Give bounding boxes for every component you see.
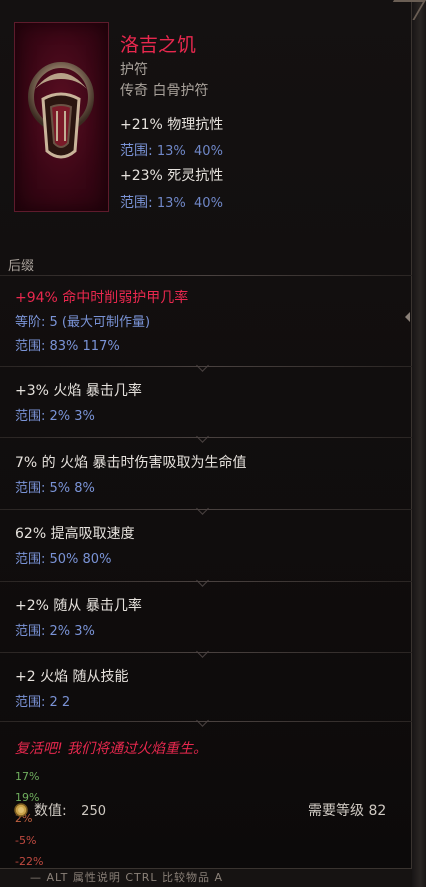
- implicit-range-2: 范围: 13% 40%: [120, 195, 223, 211]
- item-tooltip-panel: 洛吉之饥 护符 传奇 白骨护符 +21% 物理抗性 范围: 13% 40% +2…: [0, 0, 426, 887]
- item-value: 数值: 250: [34, 803, 106, 819]
- divider: [0, 275, 412, 276]
- affix-3-range: 范围: 5% 8%: [15, 481, 95, 496]
- divider-notch: [196, 430, 209, 443]
- item-name: 洛吉之饥: [120, 34, 197, 56]
- affix-4-range: 范围: 50% 80%: [15, 552, 112, 567]
- divider-notch: [196, 359, 209, 372]
- affix-6-range: 范围: 2 2: [15, 695, 71, 710]
- implicit-stat-1: +21% 物理抗性: [120, 117, 224, 133]
- flavor-text: 复活吧! 我们将通过火焰重生。: [15, 741, 208, 757]
- divider-notch: [196, 714, 209, 727]
- affix-5-text: +2% 随从 暴击几率: [15, 598, 142, 614]
- compare-number: -5%: [15, 834, 37, 847]
- level-requirement: 需要等级 82: [308, 803, 387, 819]
- scroll-indicator-icon: [405, 312, 410, 322]
- item-rarity: 传奇 白骨护符: [120, 83, 209, 99]
- affix-2-range: 范围: 2% 3%: [15, 409, 95, 424]
- affix-1-range: 范围: 83% 117%: [15, 339, 120, 354]
- suffix-section-label: 后缀: [8, 259, 35, 274]
- divider-notch: [196, 645, 209, 658]
- bone-amulet-icon: [28, 62, 94, 159]
- affix-1-text: +94% 命中时削弱护甲几率: [15, 290, 189, 306]
- affix-1-tier: 等阶: 5 (最大可制作量): [15, 315, 151, 330]
- tooltip-footer-bar: — ALT 属性说明 CTRL 比较物品 A: [0, 868, 412, 887]
- affix-5-range: 范围: 2% 3%: [15, 624, 95, 639]
- affix-2-text: +3% 火焰 暴击几率: [15, 383, 142, 399]
- item-subtype: 护符: [120, 62, 148, 78]
- implicit-range-1: 范围: 13% 40%: [120, 143, 223, 159]
- compare-number: 17%: [15, 770, 40, 783]
- implicit-stat-2: +23% 死灵抗性: [120, 168, 224, 184]
- tooltip-frame-right: [411, 0, 426, 887]
- affix-6-text: +2 火焰 随从技能: [15, 669, 129, 685]
- item-icon-frame[interactable]: [14, 22, 109, 212]
- divider-notch: [196, 502, 209, 515]
- affix-4-text: 62% 提高吸取速度: [15, 526, 135, 542]
- affix-3-text: 7% 的 火焰 暴击时伤害吸取为生命值: [15, 455, 247, 471]
- key-hints: — ALT 属性说明 CTRL 比较物品 A: [30, 871, 224, 884]
- divider-notch: [196, 574, 209, 587]
- compare-number: -22%: [15, 855, 44, 868]
